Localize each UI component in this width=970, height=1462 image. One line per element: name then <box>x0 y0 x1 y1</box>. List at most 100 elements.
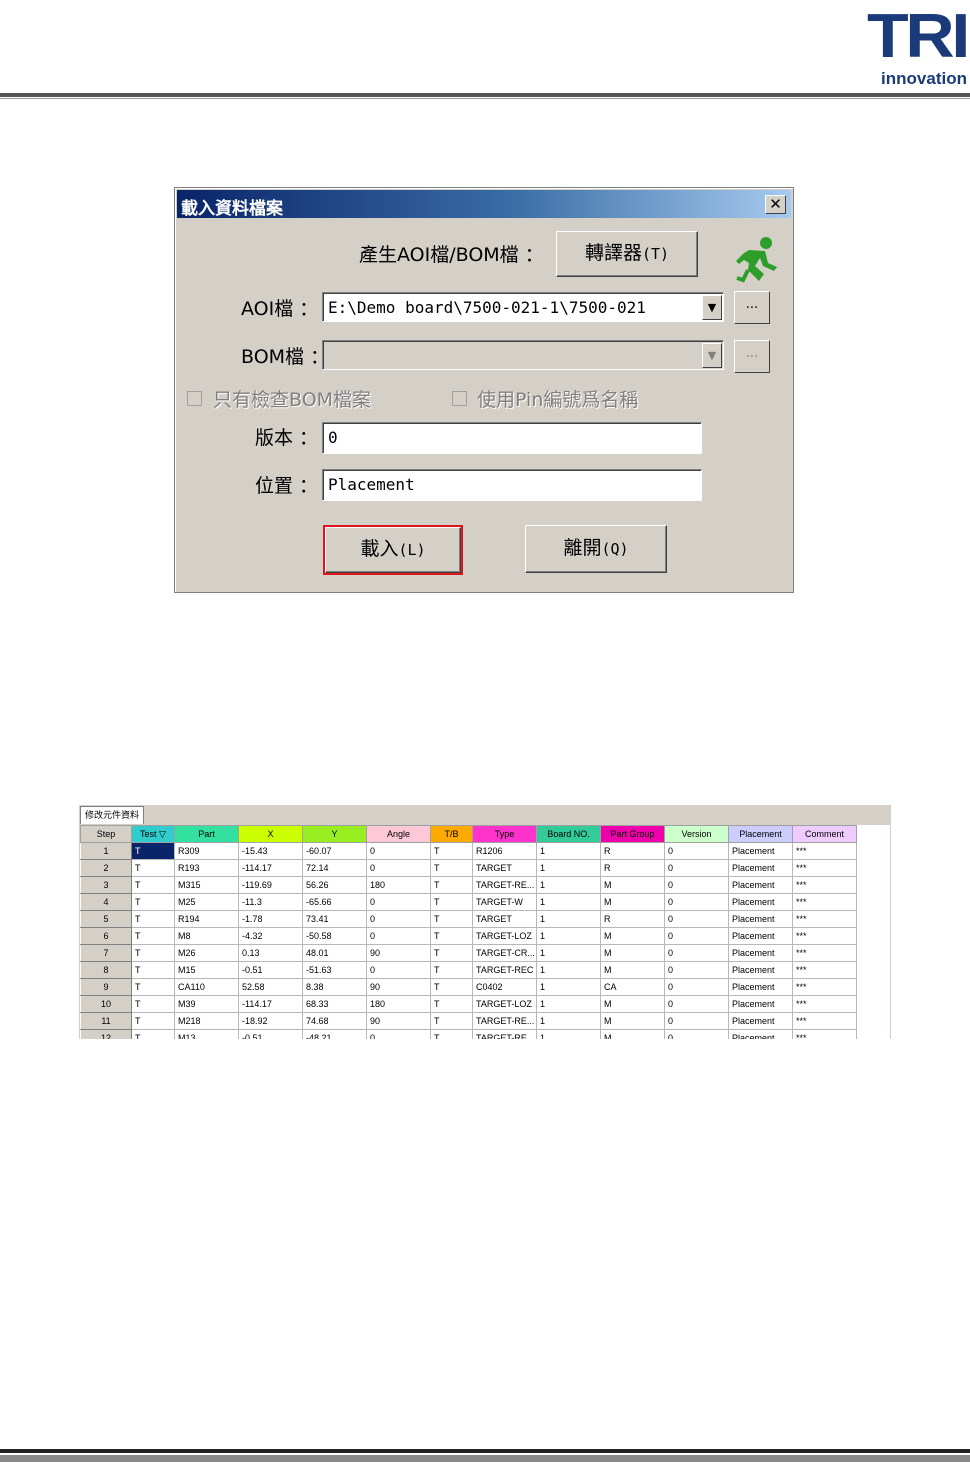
table-cell[interactable]: -114.17 <box>238 995 303 1013</box>
table-cell[interactable]: -48.21 <box>302 1029 367 1039</box>
table-cell[interactable]: M15 <box>174 961 239 979</box>
row-step-cell[interactable]: 2 <box>80 859 132 877</box>
table-cell[interactable]: Placement <box>728 1029 793 1039</box>
table-cell[interactable]: *** <box>792 944 857 962</box>
table-cell[interactable]: 0 <box>664 859 729 877</box>
table-cell[interactable]: 90 <box>366 944 431 962</box>
table-cell[interactable]: M <box>600 944 665 962</box>
column-header-9[interactable]: Part Group <box>600 825 665 843</box>
table-cell[interactable]: T <box>430 978 473 996</box>
table-cell[interactable]: Placement <box>728 893 793 911</box>
row-step-cell[interactable]: 10 <box>80 995 132 1013</box>
table-cell[interactable]: *** <box>792 876 857 894</box>
table-cell[interactable]: 74.68 <box>302 1012 367 1030</box>
table-cell[interactable]: -0.51 <box>238 1029 303 1039</box>
table-cell[interactable]: TARGET-REC <box>472 961 537 979</box>
table-cell[interactable]: T <box>430 961 473 979</box>
table-cell[interactable]: R194 <box>174 910 239 928</box>
table-cell[interactable]: M315 <box>174 876 239 894</box>
table-cell[interactable]: M39 <box>174 995 239 1013</box>
table-cell[interactable]: *** <box>792 978 857 996</box>
table-cell[interactable]: -60.07 <box>302 842 367 860</box>
table-cell[interactable]: CA <box>600 978 665 996</box>
table-row[interactable]: 10 T M39 -114.17 68.33 180 T TARGET-LOZ 1 M 0 Place… <box>80 995 857 1013</box>
table-row[interactable]: 2 T R193 -114.17 72.14 0 T TARGET 1 R 0 Placement **… <box>80 859 857 877</box>
table-cell[interactable]: *** <box>792 995 857 1013</box>
table-cell[interactable]: -11.3 <box>238 893 303 911</box>
row-step-cell[interactable]: 4 <box>80 893 132 911</box>
table-cell[interactable]: T <box>430 927 473 945</box>
table-cell[interactable]: 1 <box>536 859 601 877</box>
table-cell[interactable]: 0 <box>366 910 431 928</box>
table-cell[interactable]: R <box>600 910 665 928</box>
table-cell[interactable]: 1 <box>536 995 601 1013</box>
bom-dropdown-arrow-icon[interactable]: ▼ <box>702 343 722 368</box>
table-cell[interactable]: T <box>430 859 473 877</box>
table-cell[interactable]: TARGET-RE... <box>472 1012 537 1030</box>
column-header-8[interactable]: Board NO. <box>536 825 601 843</box>
position-input[interactable]: Placement <box>322 469 702 501</box>
table-cell[interactable]: CA110 <box>174 978 239 996</box>
column-header-10[interactable]: Version <box>664 825 729 843</box>
table-cell[interactable]: C0402 <box>472 978 537 996</box>
table-cell[interactable]: T <box>430 842 473 860</box>
table-cell[interactable]: 90 <box>366 1012 431 1030</box>
table-cell[interactable]: M8 <box>174 927 239 945</box>
table-cell[interactable]: M <box>600 893 665 911</box>
table-cell[interactable]: 1 <box>536 927 601 945</box>
table-cell[interactable]: T <box>131 1012 175 1030</box>
row-step-cell[interactable]: 7 <box>80 944 132 962</box>
table-cell[interactable]: 0 <box>366 1029 431 1039</box>
table-cell[interactable]: R193 <box>174 859 239 877</box>
table-cell[interactable]: 0 <box>664 978 729 996</box>
table-row[interactable]: 4 T M25 -11.3 -65.66 0 T TARGET-W 1 M 0 Placement **… <box>80 893 857 911</box>
table-cell[interactable]: T <box>430 944 473 962</box>
table-row[interactable]: 5 T R194 -1.78 73.41 0 T TARGET 1 R 0 Placement *** <box>80 910 857 928</box>
column-header-5[interactable]: Angle <box>366 825 431 843</box>
table-cell[interactable]: 48.01 <box>302 944 367 962</box>
table-cell[interactable]: R <box>600 859 665 877</box>
table-cell[interactable]: M25 <box>174 893 239 911</box>
table-cell[interactable]: 1 <box>536 978 601 996</box>
table-cell[interactable]: *** <box>792 910 857 928</box>
aoi-browse-button[interactable]: ... <box>734 291 770 324</box>
table-cell[interactable]: TARGET-RE... <box>472 1029 537 1039</box>
table-cell[interactable]: -0.51 <box>238 961 303 979</box>
table-row[interactable]: 8 T M15 -0.51 -51.63 0 T TARGET-REC 1 M 0 Placement… <box>80 961 857 979</box>
table-cell[interactable]: 0 <box>366 893 431 911</box>
table-cell[interactable]: T <box>430 1012 473 1030</box>
table-cell[interactable]: *** <box>792 859 857 877</box>
table-cell[interactable]: 1 <box>536 1029 601 1039</box>
table-cell[interactable]: T <box>131 944 175 962</box>
table-cell[interactable]: 90 <box>366 978 431 996</box>
table-cell[interactable]: -18.92 <box>238 1012 303 1030</box>
column-header-11[interactable]: Placement <box>728 825 793 843</box>
table-cell[interactable]: T <box>131 961 175 979</box>
table-row[interactable]: 11 T M218 -18.92 74.68 90 T TARGET-RE... 1 M 0 Plac… <box>80 1012 857 1030</box>
column-header-6[interactable]: T/B <box>430 825 473 843</box>
table-cell[interactable]: M <box>600 995 665 1013</box>
table-cell[interactable]: 0 <box>664 893 729 911</box>
table-cell[interactable]: TARGET <box>472 910 537 928</box>
table-cell[interactable]: 0 <box>366 927 431 945</box>
table-cell[interactable]: 52.58 <box>238 978 303 996</box>
table-cell[interactable]: 1 <box>536 893 601 911</box>
table-cell[interactable]: M <box>600 1012 665 1030</box>
table-cell[interactable]: -114.17 <box>238 859 303 877</box>
table-cell[interactable]: R309 <box>174 842 239 860</box>
table-cell[interactable]: T <box>430 995 473 1013</box>
table-cell[interactable]: 0 <box>366 842 431 860</box>
table-row[interactable]: 12 T M13 -0.51 -48.21 0 T TARGET-RE... 1 M 0 Placem… <box>80 1029 857 1039</box>
table-cell[interactable]: T <box>430 876 473 894</box>
table-cell[interactable]: T <box>430 1029 473 1039</box>
table-cell[interactable]: T <box>131 910 175 928</box>
row-step-cell[interactable]: 1 <box>80 842 132 860</box>
column-header-12[interactable]: Comment <box>792 825 857 843</box>
table-cell[interactable]: T <box>131 859 175 877</box>
column-header-1[interactable]: Test ▽ <box>131 825 175 843</box>
table-cell[interactable]: Placement <box>728 927 793 945</box>
aoi-dropdown-arrow-icon[interactable]: ▼ <box>702 295 722 320</box>
table-cell[interactable]: TARGET-CR... <box>472 944 537 962</box>
column-header-4[interactable]: Y <box>302 825 367 843</box>
table-cell[interactable]: 0 <box>664 927 729 945</box>
